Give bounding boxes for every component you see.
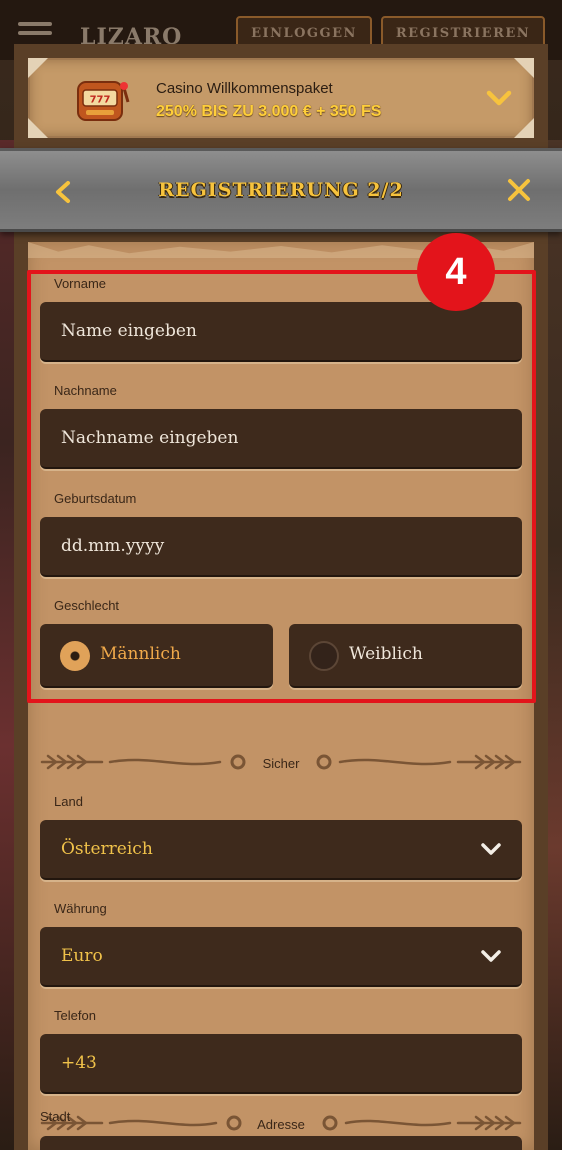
chevron-down-icon	[481, 843, 501, 855]
close-icon[interactable]	[506, 177, 532, 203]
menu-icon[interactable]	[18, 22, 52, 44]
divider-label-address: Adresse	[257, 1117, 305, 1132]
currency-label: Währung	[54, 901, 107, 916]
promo-offer: 250% BIS ZU 3.000 € + 350 FS	[156, 103, 382, 120]
chevron-down-icon[interactable]	[486, 88, 512, 108]
divider-label-secure: Sicher	[262, 756, 300, 771]
city-label: Stadt	[40, 1109, 71, 1124]
country-value: Österreich	[61, 839, 153, 859]
promo-title: Casino Willkommenspaket	[156, 80, 333, 97]
annotation-highlight-box	[27, 270, 536, 703]
welcome-bonus-banner[interactable]: 777 Casino Willkommenspaket 250% BIS ZU …	[28, 58, 534, 138]
registration-header: REGISTRIERUNG 2/2	[0, 148, 562, 232]
annotation-step-badge: 4	[417, 233, 495, 311]
slot-machine-icon: 777	[77, 81, 130, 121]
currency-select[interactable]: Euro	[40, 927, 522, 987]
page-title: REGISTRIERUNG 2/2	[158, 179, 404, 201]
currency-value: Euro	[61, 946, 103, 966]
phone-input[interactable]: +43	[40, 1034, 522, 1094]
country-select[interactable]: Österreich	[40, 820, 522, 880]
svg-text:777: 777	[90, 95, 111, 106]
city-input[interactable]	[40, 1136, 522, 1150]
phone-label: Telefon	[54, 1008, 96, 1023]
chevron-down-icon	[481, 950, 501, 962]
country-label: Land	[54, 794, 83, 809]
